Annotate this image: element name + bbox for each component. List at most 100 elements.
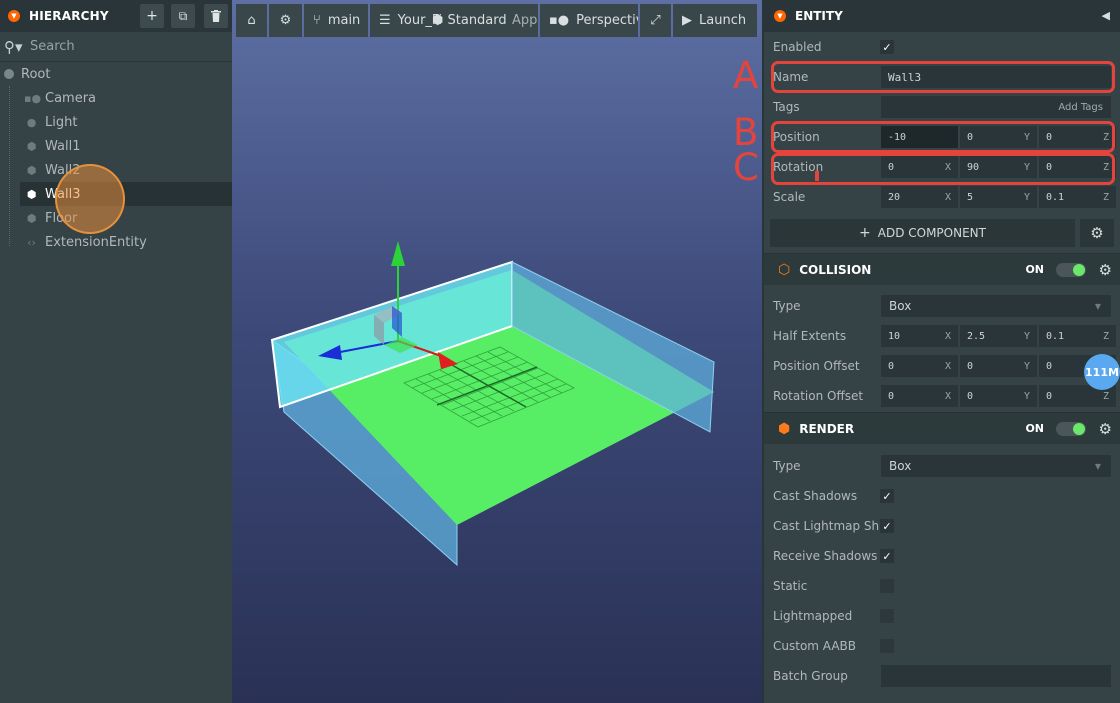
render-toggle[interactable]	[1056, 421, 1086, 436]
value: 0	[888, 360, 895, 372]
tree-item-light[interactable]: ● Light	[0, 110, 232, 134]
half-extents-y-field[interactable]: 2.5 Y	[960, 325, 1037, 347]
scale-z-field[interactable]: 0.1 Z	[1039, 186, 1116, 208]
entity-title: ENTITY	[795, 9, 843, 23]
camera-select-button[interactable]: ▪● Perspective	[540, 4, 638, 37]
value: 2.5	[967, 330, 986, 342]
cast-shadows-checkbox[interactable]: ✓	[880, 489, 894, 503]
delete-entity-button[interactable]	[204, 4, 228, 28]
toggle-knob	[1073, 263, 1085, 276]
tree-item-label: Light	[45, 114, 78, 130]
tree-item-wall2[interactable]: ⬢ Wall2	[0, 158, 232, 182]
hierarchy-header: ▼ HIERARCHY	[0, 0, 232, 32]
add-component-button[interactable]: + ADD COMPONENT	[770, 219, 1075, 247]
tree-item-floor[interactable]: ⬢ Floor	[0, 206, 232, 230]
search-icon[interactable]: ⚲▾	[4, 38, 30, 56]
tree-item-label: Wall1	[45, 138, 81, 154]
position-offset-x-field[interactable]: 0X	[881, 355, 958, 377]
lightmapped-row: Lightmapped	[764, 601, 1120, 631]
fullscreen-button[interactable]: ⤢	[640, 4, 671, 37]
render-type-select[interactable]: Box ▼	[881, 455, 1111, 477]
annotation-letter-a: A	[733, 54, 759, 97]
branch-label: main	[327, 13, 361, 28]
tree-item-wall3[interactable]: ⬢ Wall3	[20, 182, 232, 206]
value: 10	[888, 330, 901, 342]
gear-icon: ⚙	[1090, 224, 1104, 242]
receive-shadows-row: Receive Shadows ✓	[764, 541, 1120, 571]
half-extents-row: Half Extents 10 X 2.5 Y 0.1 Z	[764, 321, 1120, 351]
light-icon: ●	[26, 115, 37, 129]
batch-group-label: Batch Group	[773, 669, 848, 683]
viewport-toolbar: ⌂ ⚙ ⑂ main ☰ Your_Fi ⬢ Standard App ▪● P…	[236, 4, 757, 37]
scene-render	[270, 241, 715, 567]
custom-aabb-checkbox[interactable]	[880, 639, 894, 653]
render-icon: ⬢	[778, 420, 791, 437]
list-icon: ☰	[379, 13, 391, 28]
chevron-down-icon: ▼	[1094, 301, 1101, 311]
axis-y: Y	[1023, 191, 1030, 203]
receive-shadows-checkbox[interactable]: ✓	[880, 549, 894, 563]
custom-aabb-label: Custom AABB	[773, 639, 857, 653]
camera-icon: ▪●	[549, 13, 570, 28]
render-on-label: ON	[1025, 422, 1044, 435]
launch-button[interactable]: ▶ Launch	[673, 4, 757, 37]
collision-toggle[interactable]	[1056, 262, 1086, 277]
render-header[interactable]: ⬢ RENDER ON ⚙	[764, 412, 1120, 444]
render-mode-group[interactable]: ⬢ Standard	[432, 13, 507, 28]
receive-shadows-label: Receive Shadows	[773, 549, 878, 563]
scale-x-field[interactable]: 20 X	[881, 186, 958, 208]
rotation-offset-y-field[interactable]: 0Y	[960, 385, 1037, 407]
gear-icon[interactable]: ⚙	[1099, 261, 1112, 279]
tree-item-wall1[interactable]: ⬢ Wall1	[0, 134, 232, 158]
collapse-orb-icon[interactable]: ▼	[774, 10, 786, 22]
collision-type-select[interactable]: Box ▼	[881, 295, 1111, 317]
half-extents-z-field[interactable]: 0.1 Z	[1039, 325, 1116, 347]
position-offset-y-field[interactable]: 0Y	[960, 355, 1037, 377]
gear-icon: ⚙	[279, 13, 292, 28]
axis-y: Y	[1023, 360, 1030, 372]
settings-button[interactable]: ⚙	[269, 4, 302, 37]
scene-select-button[interactable]: ☰ Your_Fi ⬢ Standard App	[370, 4, 538, 37]
search-input[interactable]	[30, 39, 210, 54]
scale-y-field[interactable]: 5Y	[960, 186, 1037, 208]
collapse-orb-icon[interactable]: ▼	[8, 10, 20, 22]
memory-badge[interactable]: 111M	[1084, 354, 1120, 390]
enabled-checkbox[interactable]: ✓	[880, 40, 894, 54]
render-title: RENDER	[799, 421, 855, 436]
cast-lightmap-checkbox[interactable]: ✓	[880, 519, 894, 533]
batch-group-select[interactable]	[881, 665, 1111, 687]
tree-item-root[interactable]: Root	[0, 62, 232, 86]
rotation-offset-x-field[interactable]: 0X	[881, 385, 958, 407]
scene-viewport[interactable]: ⌂ ⚙ ⑂ main ☰ Your_Fi ⬢ Standard App ▪● P…	[232, 0, 762, 703]
value: 5	[967, 191, 974, 203]
hierarchy-title: HIERARCHY	[29, 9, 109, 23]
type-label: Type	[773, 299, 801, 313]
tree-item-extensionentity[interactable]: ‹› ExtensionEntity	[0, 230, 232, 254]
value: 0.1	[1046, 191, 1065, 203]
entity-icon: ⬢	[26, 187, 37, 201]
cast-shadows-label: Cast Shadows	[773, 489, 858, 503]
branch-button[interactable]: ⑂ main	[304, 4, 368, 37]
add-tags-field[interactable]: Add Tags	[881, 96, 1111, 118]
collision-header[interactable]: ⬡ COLLISION ON ⚙	[764, 253, 1120, 285]
add-entity-button[interactable]: +	[140, 4, 164, 28]
tree-item-camera[interactable]: ▪● Camera	[0, 86, 232, 110]
hierarchy-search: ⚲▾	[0, 32, 232, 62]
select-value: Box	[889, 459, 912, 473]
enabled-label: Enabled	[773, 40, 822, 54]
axis-x: X	[944, 390, 951, 402]
lightmapped-checkbox[interactable]	[880, 609, 894, 623]
static-checkbox[interactable]	[880, 579, 894, 593]
duplicate-entity-button[interactable]: ⧉	[171, 4, 195, 28]
component-settings-button[interactable]: ⚙	[1080, 219, 1114, 247]
collision-body: Type Box ▼ Half Extents 10 X 2.5 Y 0.1 Z Po…	[764, 291, 1120, 411]
collapse-panel-icon[interactable]: ◀	[1102, 9, 1110, 22]
home-button[interactable]: ⌂	[236, 4, 267, 37]
position-offset-row: Position Offset 0X 0Y 0Z	[764, 351, 1120, 381]
render-type-row: Type Box ▼	[764, 451, 1120, 481]
gear-icon[interactable]: ⚙	[1099, 420, 1112, 438]
half-extents-x-field[interactable]: 10 X	[881, 325, 958, 347]
rotation-offset-vector: 0X 0Y 0Z	[881, 385, 1116, 407]
tree-item-label: ExtensionEntity	[45, 234, 147, 250]
position-offset-vector: 0X 0Y 0Z	[881, 355, 1116, 377]
